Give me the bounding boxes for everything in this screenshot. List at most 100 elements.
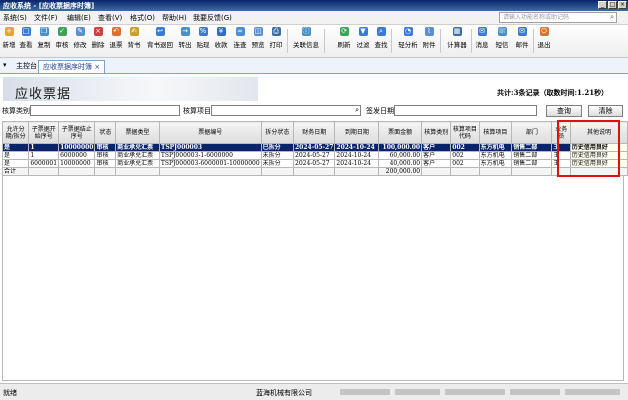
cell[interactable]: 商业承兑汇票 xyxy=(115,151,160,160)
cell[interactable]: 客户 xyxy=(421,143,452,152)
new-button[interactable]: + 新增 xyxy=(2,27,16,55)
col-header[interactable]: 核算类别 xyxy=(421,121,452,144)
cell[interactable]: 2024-05-27 xyxy=(292,151,336,160)
table-row[interactable]: 是 1 6000000 审核 商业承兑汇票 TSPJ000003-1-60000… xyxy=(1,151,628,160)
email-button[interactable]: ✉ 邮件 xyxy=(515,27,529,55)
search-icon[interactable]: ⌕ xyxy=(610,13,614,22)
menu-system[interactable]: 系统(S) xyxy=(3,13,27,23)
cell[interactable]: TSPJ000003-1-6000000 xyxy=(158,151,262,160)
col-header[interactable]: 部门 xyxy=(511,121,553,144)
tab-close-icon[interactable]: × xyxy=(94,63,100,71)
col-header[interactable]: 核算项目 xyxy=(478,121,513,144)
cell[interactable]: 10000000 xyxy=(58,143,96,152)
tab-nav-left-icon[interactable]: ▾ xyxy=(3,61,7,69)
cell[interactable]: 未拆分 xyxy=(260,159,295,168)
receive-button[interactable]: ¥ 收款 xyxy=(214,27,228,55)
menu-format[interactable]: 格式(O) xyxy=(130,13,155,23)
col-header[interactable]: 财务日期 xyxy=(292,121,336,144)
cell[interactable]: 东方机电 xyxy=(478,159,513,168)
copy-button[interactable]: ❐ 复制 xyxy=(37,27,51,55)
cell[interactable]: 6000001 xyxy=(28,159,60,168)
col-header[interactable]: 子票据结止序号 xyxy=(58,121,96,144)
issue-date-input[interactable] xyxy=(394,105,537,116)
endorse-return-button[interactable]: ↩ 背书退回 xyxy=(145,27,175,55)
light-analysis-button[interactable]: ◔ 轻分析 xyxy=(397,27,419,55)
cell[interactable]: 002 xyxy=(450,143,480,152)
minimize-button[interactable]: _ xyxy=(598,1,607,9)
refresh-button[interactable]: ⟳ 刷新 xyxy=(337,27,351,55)
cell[interactable]: 东方机电 xyxy=(478,151,513,160)
delete-button[interactable]: × 删除 xyxy=(91,27,105,55)
tab-receivable-notes[interactable]: 应收票据序时簿 × xyxy=(38,60,106,73)
close-button[interactable]: × xyxy=(618,1,627,9)
cell[interactable]: 已拆分 xyxy=(260,143,295,152)
cell[interactable]: TSPJ000003-6000001-10000000 xyxy=(158,159,262,168)
cell[interactable]: 002 xyxy=(450,159,480,168)
table-row[interactable]: 是 1 10000000 审核 商业承兑汇票 TSPJ000003 已拆分 20… xyxy=(1,143,628,152)
audit-button[interactable]: ✓ 审核 xyxy=(55,27,69,55)
sms-button[interactable]: ☏ 短信 xyxy=(495,27,509,55)
cell[interactable]: 是 xyxy=(1,159,30,168)
menu-edit[interactable]: 编辑(E) xyxy=(67,13,91,23)
lookup-icon[interactable]: ⌕ xyxy=(355,106,359,115)
query-button[interactable]: 查询 xyxy=(546,105,582,117)
col-header[interactable]: 状态 xyxy=(94,121,117,144)
cell[interactable]: 1 xyxy=(28,143,60,152)
cell[interactable]: 未拆分 xyxy=(260,151,295,160)
cell[interactable]: 002 xyxy=(450,151,480,160)
cell[interactable]: 客户 xyxy=(421,151,452,160)
edit-button[interactable]: ✎ 修改 xyxy=(73,27,87,55)
tab-main-console[interactable]: 主控台 xyxy=(12,60,41,72)
endorse-button[interactable]: ✍ 背书 xyxy=(127,27,141,55)
cell[interactable]: 100,000.00 xyxy=(378,143,423,152)
maximize-button[interactable]: □ xyxy=(608,1,617,9)
table-row[interactable]: 是 6000001 10000000 审核 商业承兑汇票 TSPJ000003-… xyxy=(1,159,628,168)
find-button[interactable]: ⌕ 查找 xyxy=(374,27,388,55)
calculator-button[interactable]: ▦ 计算器 xyxy=(446,27,468,55)
transfer-out-button[interactable]: → 转出 xyxy=(178,27,192,55)
cell[interactable]: 2024-05-27 xyxy=(292,143,336,152)
cell[interactable]: 2024-10-24 xyxy=(334,151,380,160)
menu-file[interactable]: 文件(F) xyxy=(34,13,58,23)
cell[interactable]: 东方机电 xyxy=(478,143,513,152)
menu-view[interactable]: 查看(V) xyxy=(98,13,122,23)
cell[interactable]: 销售二部 xyxy=(511,151,553,160)
cell[interactable]: 销售二部 xyxy=(511,159,553,168)
cell[interactable]: 是 xyxy=(1,151,30,160)
cell[interactable]: 商业承兑汇票 xyxy=(115,143,160,152)
col-header[interactable]: 拆分状态 xyxy=(260,121,295,144)
menu-help[interactable]: 帮助(H) xyxy=(162,13,187,23)
exit-button[interactable]: ⏻ 退出 xyxy=(537,27,551,55)
cell[interactable]: 审核 xyxy=(94,159,117,168)
print-button[interactable]: ⎙ 打印 xyxy=(269,27,283,55)
cell[interactable]: 6000000 xyxy=(58,151,96,160)
preview-button[interactable]: ◫ 预览 xyxy=(251,27,265,55)
cell[interactable]: 10000000 xyxy=(58,159,96,168)
linked-query-button[interactable]: ∞ 连查 xyxy=(233,27,247,55)
cell[interactable]: TSPJ000003 xyxy=(158,143,262,152)
view-button[interactable]: □ 查看 xyxy=(19,27,33,55)
col-header[interactable]: 子票据开始序号 xyxy=(28,121,60,144)
cell[interactable]: 1 xyxy=(28,151,60,160)
menu-feedback[interactable]: 我要反馈(G) xyxy=(193,13,232,23)
col-header[interactable]: 票据类型 xyxy=(115,121,160,144)
col-header[interactable]: 票据编号 xyxy=(158,121,262,144)
col-header[interactable]: 到期日期 xyxy=(334,121,380,144)
cell[interactable]: 审核 xyxy=(94,151,117,160)
cell[interactable]: 2024-10-24 xyxy=(334,159,380,168)
cell[interactable]: 60,000.00 xyxy=(378,151,423,160)
discount-button[interactable]: % 贴现 xyxy=(196,27,210,55)
clear-button[interactable]: 清除 xyxy=(588,105,623,117)
return-note-button[interactable]: ↶ 退票 xyxy=(109,27,123,55)
cell[interactable]: 商业承兑汇票 xyxy=(115,159,160,168)
cell[interactable]: 客户 xyxy=(421,159,452,168)
col-header[interactable]: 核算项目代码 xyxy=(450,121,480,144)
function-search-input[interactable]: 请输入功能名称或助记码 ⌕ xyxy=(499,12,617,23)
col-header[interactable]: 允许分期/拆分 xyxy=(1,121,30,144)
cell[interactable]: 是 xyxy=(1,143,30,152)
cell[interactable]: 审核 xyxy=(94,143,117,152)
col-header[interactable]: 票面金额 xyxy=(378,121,423,144)
cell[interactable]: 2024-10-24 xyxy=(334,143,380,152)
filter-button[interactable]: ▼ 过滤 xyxy=(356,27,370,55)
message-button[interactable]: ✉ 消息 xyxy=(475,27,489,55)
